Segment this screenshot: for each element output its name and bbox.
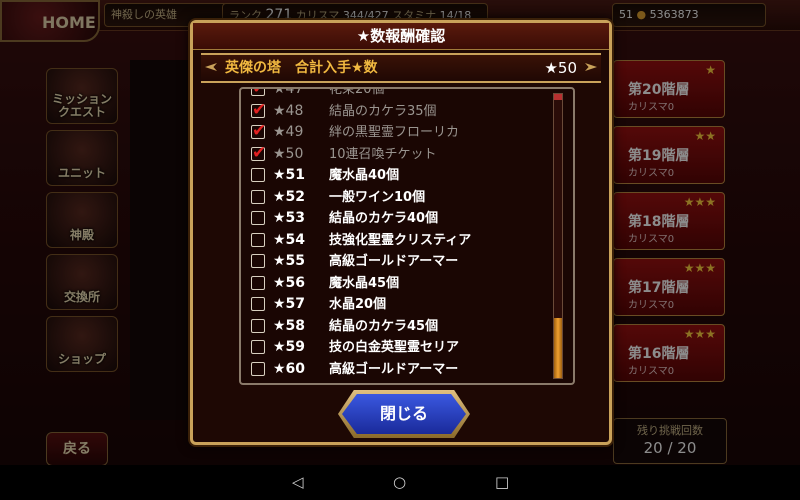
reward-row: ★58 結晶のカケラ45個	[241, 316, 541, 338]
reward-star-count: ★60	[273, 360, 306, 377]
dialog-title: ★数報酬確認	[193, 23, 609, 50]
scrollbar-cap	[554, 94, 562, 100]
ornament-left-icon	[205, 63, 217, 71]
reward-star-count: ★57	[273, 296, 306, 312]
checkbox-checked: ✔	[251, 121, 266, 141]
reward-name: 水晶20個	[329, 297, 387, 312]
checkbox	[251, 318, 265, 333]
reward-star-count: ★58	[273, 317, 306, 334]
checkbox	[251, 340, 265, 354]
total-stars-value: ★50	[544, 59, 577, 77]
reward-name: 10連召喚チケット	[329, 146, 437, 162]
close-button[interactable]: 閉じる	[342, 394, 466, 434]
star-reward-dialog: ★数報酬確認 英傑の塔 合計入手★数 ★50 ✔ ★47 花束20個 ✔ ★48 結晶のカ…	[190, 20, 612, 445]
reward-star-count: ★50	[273, 145, 304, 162]
reward-row: ★51 魔水晶40個	[241, 165, 541, 187]
reward-name: 結晶のカケラ45個	[329, 318, 439, 334]
reward-star-count: ★54	[273, 231, 306, 248]
checkbox	[251, 297, 265, 311]
checkbox-checked: ✔	[251, 100, 266, 120]
nav-back-icon[interactable]: ◁	[292, 474, 304, 490]
reward-name: 花束20個	[329, 87, 385, 97]
reward-name: 技強化聖霊クリスティア	[329, 232, 472, 248]
reward-row: ✔ ★49 絆の黒聖霊フローリカ	[241, 121, 541, 144]
checkbox-checked: ✔	[251, 87, 267, 98]
checkbox	[251, 232, 265, 247]
reward-name: 技の白金英聖霊セリア	[329, 340, 460, 355]
reward-star-count: ★53	[273, 210, 306, 226]
scrollbar[interactable]	[553, 93, 563, 379]
reward-star-count: ★56	[273, 274, 306, 291]
checkbox	[251, 254, 265, 268]
reward-star-count: ★48	[273, 102, 304, 119]
reward-row: ★55 高級ゴールドアーマー	[241, 251, 541, 273]
android-nav-bar: ◁ ○ □	[0, 465, 800, 500]
checkmark-icon: ✔	[252, 87, 267, 98]
reward-row: ★57 水晶20個	[241, 294, 541, 316]
reward-row: ✔ ★47 花束20個	[241, 87, 541, 101]
reward-name: 絆の黒聖霊フローリカ	[329, 125, 460, 140]
checkmark-icon: ✔	[252, 121, 267, 141]
reward-name: 魔水晶40個	[329, 168, 400, 183]
reward-star-count: ★49	[273, 124, 304, 140]
reward-name: 一般ワイン10個	[329, 189, 426, 205]
checkmark-icon: ✔	[252, 99, 267, 120]
checkbox	[251, 211, 265, 225]
checkmark-icon: ✔	[252, 142, 267, 163]
dialog-header: 英傑の塔 合計入手★数 ★50	[201, 53, 601, 83]
reward-row: ★54 技強化聖霊クリスティア	[241, 230, 541, 252]
reward-star-count: ★55	[273, 253, 306, 269]
checkbox-checked: ✔	[251, 143, 266, 163]
nav-home-icon[interactable]: ○	[393, 474, 406, 490]
tower-total-label: 英傑の塔 合計入手★数	[225, 60, 378, 76]
reward-name: 結晶のカケラ40個	[329, 211, 439, 226]
checkbox	[251, 275, 265, 290]
reward-name: 結晶のカケラ35個	[329, 103, 437, 119]
reward-row: ✔ ★48 結晶のカケラ35個	[241, 100, 541, 123]
reward-name: 魔水晶45個	[329, 275, 400, 291]
reward-name: 高級ゴールドアーマー	[329, 254, 459, 269]
reward-list[interactable]: ✔ ★47 花束20個 ✔ ★48 結晶のカケラ35個 ✔ ★49 絆の黒聖霊フローリカ ✔ ★50…	[239, 87, 575, 385]
nav-recents-icon[interactable]: □	[495, 474, 509, 490]
reward-row: ★52 一般ワイン10個	[241, 187, 541, 209]
reward-row: ★60 高級ゴールドアーマー	[241, 359, 541, 381]
reward-star-count: ★59	[273, 339, 306, 355]
reward-list-items: ✔ ★47 花束20個 ✔ ★48 結晶のカケラ35個 ✔ ★49 絆の黒聖霊フローリカ ✔ ★50…	[241, 87, 541, 381]
reward-name: 高級ゴールドアーマー	[329, 361, 459, 377]
reward-star-count: ★51	[273, 167, 306, 183]
checkbox	[251, 168, 265, 182]
reward-row: ★56 魔水晶45個	[241, 273, 541, 295]
reward-row: ★59 技の白金英聖霊セリア	[241, 337, 541, 359]
checkbox	[251, 189, 265, 204]
reward-row: ★53 結晶のカケラ40個	[241, 208, 541, 230]
checkbox	[251, 361, 265, 376]
reward-star-count: ★47	[273, 87, 304, 97]
reward-row: ✔ ★50 10連召喚チケット	[241, 143, 541, 166]
reward-star-count: ★52	[273, 188, 306, 205]
ornament-right-icon	[585, 63, 597, 71]
scrollbar-thumb[interactable]	[554, 318, 562, 378]
